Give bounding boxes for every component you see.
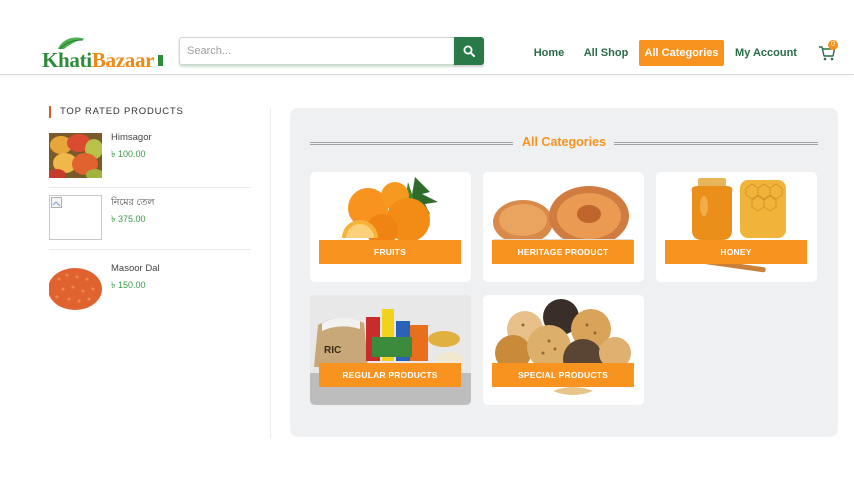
category-card-regular-products[interactable]: RIC REGULAR PRODUCTS	[310, 295, 471, 405]
category-card-fruits[interactable]: FRUITS	[310, 172, 471, 282]
category-label-regular-products: REGULAR PRODUCTS	[319, 363, 461, 387]
product-price: ৳ 375.00	[111, 214, 146, 224]
search-input[interactable]	[179, 37, 455, 65]
site-header: KhatiBazaar Home All Shop All Categories…	[0, 0, 854, 75]
category-label-heritage-product: HERITAGE PRODUCT	[492, 240, 634, 264]
product-price: ৳ 100.00	[111, 149, 146, 159]
nav-all-shop[interactable]: All Shop	[582, 40, 630, 66]
cart-count-badge: 0	[828, 40, 838, 50]
logo-text-khati: Khati	[42, 48, 92, 72]
category-image-fruits	[342, 177, 438, 246]
nav-my-account[interactable]: My Account	[734, 40, 798, 66]
product-image-lentils	[49, 265, 102, 310]
logo-text-bazaar: Bazaar	[91, 48, 155, 72]
product-image-mango	[49, 133, 102, 178]
category-label-special-products: SPECIAL PRODUCTS	[492, 363, 634, 387]
category-image-special	[495, 299, 631, 395]
category-label-fruits: FRUITS	[319, 240, 461, 264]
category-card-special-products[interactable]: SPECIAL PRODUCTS	[483, 295, 644, 405]
sidebar-product-masoor-dal[interactable]: Masoor Dal ৳ 150.00	[49, 254, 251, 316]
product-name: Masoor Dal	[111, 263, 160, 274]
category-card-heritage-product[interactable]: HERITAGE PRODUCT	[483, 172, 644, 282]
category-image-honey	[686, 178, 786, 273]
sidebar-product-himsagor[interactable]: Himsagor ৳ 100.00	[49, 126, 251, 188]
search-bar	[179, 37, 484, 65]
search-icon	[463, 45, 475, 57]
product-name: নিমের তেল	[111, 197, 155, 208]
category-label-honey: HONEY	[665, 240, 807, 264]
category-card-honey[interactable]: HONEY	[656, 172, 817, 282]
broken-image-icon	[49, 195, 102, 240]
product-price: ৳ 150.00	[111, 280, 146, 290]
svg-text:RIC: RIC	[324, 345, 341, 356]
cart-button[interactable]: 0	[818, 40, 840, 62]
logo-text: KhatiBazaar	[42, 48, 155, 73]
sidebar-title: TOP RATED PRODUCTS	[49, 106, 184, 118]
search-button[interactable]	[454, 37, 484, 65]
sidebar-product-neem-oil[interactable]: নিমের তেল ৳ 375.00	[49, 188, 251, 250]
site-logo[interactable]: KhatiBazaar	[42, 36, 164, 73]
logo-mark	[158, 55, 163, 66]
category-image-regular: RIC	[310, 295, 471, 405]
product-name: Himsagor	[111, 132, 152, 143]
sidebar-divider	[270, 108, 271, 438]
nav-all-categories[interactable]: All Categories	[639, 40, 724, 66]
nav-home[interactable]: Home	[530, 40, 568, 66]
categories-title: All Categories	[521, 135, 607, 149]
category-image-heritage	[493, 186, 633, 246]
